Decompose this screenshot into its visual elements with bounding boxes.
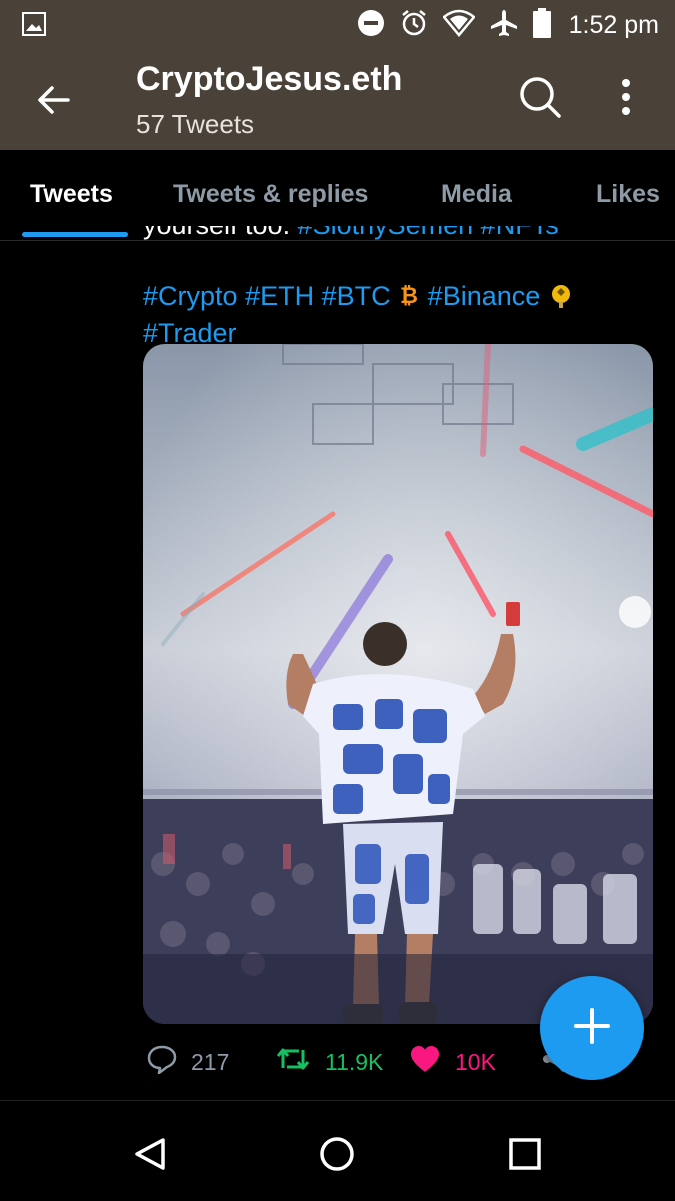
hashtag-crypto[interactable]: #Crypto (143, 281, 238, 311)
nav-back-icon[interactable] (133, 1136, 169, 1172)
svg-text:₿: ₿ (400, 284, 418, 308)
active-tab-indicator (22, 232, 128, 237)
airplane-icon (489, 8, 519, 43)
alarm-icon (399, 8, 429, 43)
tweet-body: yourself too. #SlothySemen #NFTs #Crypto… (143, 226, 653, 352)
tweet-count: 57 Tweets (136, 109, 255, 139)
binance-emoji-icon (548, 282, 574, 308)
status-time: 1:52 pm (568, 10, 659, 39)
status-bar: 1:52 pm (0, 0, 675, 50)
compose-tweet-button[interactable] (540, 976, 644, 1080)
reply-icon (147, 1044, 177, 1080)
hashtag-binance[interactable]: #Binance (428, 281, 541, 311)
retweet-action[interactable]: 11.9K (275, 1040, 383, 1084)
tab-tweets-replies[interactable]: Tweets & replies (173, 180, 368, 209)
like-action[interactable]: 10K (409, 1040, 496, 1084)
hashtag-eth[interactable]: #ETH (245, 281, 314, 311)
hashtag-slothysemen[interactable]: #SlothySemen #NFTs (298, 226, 559, 240)
nav-home-icon[interactable] (319, 1136, 355, 1172)
profile-name: CryptoJesus.eth (136, 60, 403, 98)
dnd-icon (357, 9, 385, 42)
more-options-icon[interactable] (612, 77, 640, 117)
tab-likes[interactable]: Likes (596, 180, 660, 209)
retweet-count: 11.9K (325, 1048, 384, 1075)
app-bar: CryptoJesus.eth 57 Tweets (0, 50, 675, 150)
reply-action[interactable]: 217 (147, 1040, 229, 1084)
tab-tweets[interactable]: Tweets (30, 180, 113, 209)
nav-recents-icon[interactable] (507, 1136, 543, 1172)
tweet-text-cut: yourself too. (143, 226, 298, 240)
search-icon[interactable] (518, 75, 562, 119)
gallery-icon (22, 12, 46, 41)
hashtag-btc[interactable]: #BTC (322, 281, 391, 311)
bitcoin-emoji-icon: ₿ (398, 281, 420, 309)
plus-icon (572, 1006, 612, 1051)
reply-count: 217 (191, 1048, 230, 1075)
back-arrow-icon[interactable] (34, 80, 74, 120)
retweet-icon (275, 1044, 311, 1080)
battery-icon (532, 7, 551, 43)
like-count: 10K (455, 1048, 496, 1075)
wifi-icon (441, 9, 476, 42)
heart-icon (409, 1044, 441, 1080)
tab-media[interactable]: Media (441, 180, 512, 209)
tweet-image[interactable] (143, 344, 653, 1024)
system-nav-bar (0, 1100, 675, 1201)
